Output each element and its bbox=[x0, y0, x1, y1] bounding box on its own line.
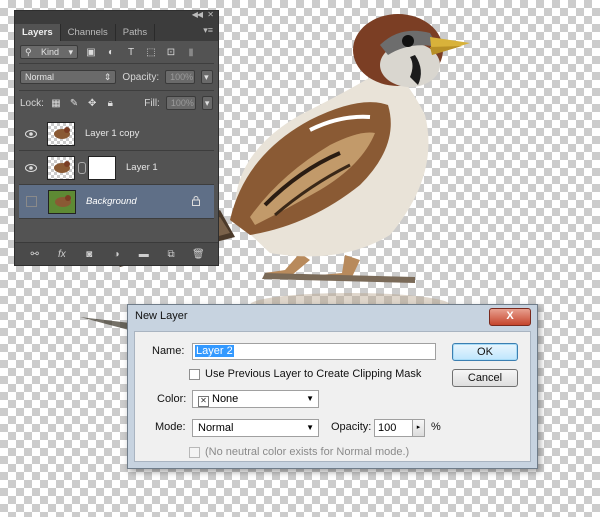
layer-name: Layer 1 copy bbox=[85, 128, 140, 139]
fill-field[interactable]: 100% bbox=[165, 96, 196, 110]
new-layer-icon[interactable]: ⧉ bbox=[164, 249, 178, 260]
link-layers-icon[interactable]: ⚯ bbox=[28, 249, 42, 260]
neutral-color-label: (No neutral color exists for Normal mode… bbox=[205, 446, 410, 458]
filter-kind-label: Kind bbox=[41, 47, 60, 57]
mode-value: Normal bbox=[198, 422, 234, 434]
chevron-icon: ⇕ bbox=[103, 72, 112, 82]
dialog-title: New Layer bbox=[135, 310, 188, 322]
name-label: Name: bbox=[152, 345, 185, 357]
tab-paths[interactable]: Paths bbox=[116, 24, 156, 41]
mode-label: Mode: bbox=[155, 421, 186, 433]
add-mask-icon[interactable]: ◙ bbox=[82, 249, 96, 260]
color-value: None bbox=[212, 393, 239, 405]
chevron-down-icon: ▾ bbox=[68, 47, 73, 57]
tab-channels[interactable]: Channels bbox=[61, 24, 116, 41]
color-label: Color: bbox=[157, 393, 187, 405]
fx-icon[interactable]: fx bbox=[55, 249, 69, 260]
panel-title-bar[interactable]: ◀◀ ✕ bbox=[15, 10, 218, 21]
layers-list: Layer 1 copy Layer 1 Background bbox=[19, 117, 214, 219]
visibility-toggle[interactable] bbox=[26, 196, 37, 207]
cancel-button[interactable]: Cancel bbox=[452, 369, 518, 387]
lock-position-icon[interactable]: ✥ bbox=[86, 96, 98, 110]
mode-select[interactable]: Normal ▼ bbox=[192, 419, 319, 437]
adjustment-filter-icon[interactable]: ◐ bbox=[104, 45, 118, 59]
no-color-icon: ✕ bbox=[198, 396, 209, 407]
opacity-arrow-icon[interactable]: ▾ bbox=[201, 70, 213, 84]
layer-mask-thumbnail[interactable] bbox=[88, 155, 116, 180]
chevron-down-icon: ▼ bbox=[306, 394, 314, 403]
chain-icon[interactable] bbox=[78, 161, 86, 174]
neutral-color-checkbox bbox=[189, 447, 200, 458]
layer-row[interactable]: Layer 1 copy bbox=[19, 117, 214, 151]
close-icon[interactable]: ✕ bbox=[207, 10, 214, 19]
adjustment-layer-icon[interactable]: ◑ bbox=[109, 249, 123, 260]
layer-thumbnail bbox=[48, 189, 76, 214]
blend-mode-dropdown[interactable]: Normal ⇕ bbox=[20, 70, 117, 84]
lock-transparent-icon[interactable]: ▦ bbox=[50, 96, 62, 110]
close-button[interactable]: X bbox=[489, 308, 531, 326]
collapse-icon[interactable]: ◀◀ bbox=[192, 10, 203, 19]
filter-kind-dropdown[interactable]: ⚲ Kind ▾ bbox=[20, 45, 78, 59]
lock-image-icon[interactable]: ✎ bbox=[68, 96, 80, 110]
layer-row[interactable]: Layer 1 bbox=[19, 151, 214, 185]
eye-icon[interactable] bbox=[23, 126, 39, 142]
layer-thumbnail bbox=[47, 121, 75, 146]
new-layer-dialog: New Layer X Name: Layer 2 OK Cancel Use … bbox=[127, 304, 538, 469]
shape-filter-icon[interactable]: ⬚ bbox=[144, 45, 158, 59]
opacity-field[interactable]: 100% bbox=[165, 70, 196, 84]
lock-all-icon[interactable]: 🔒︎ bbox=[104, 96, 116, 110]
chevron-down-icon: ▼ bbox=[306, 423, 314, 432]
dialog-body: Name: Layer 2 OK Cancel Use Previous Lay… bbox=[134, 331, 531, 462]
eye-icon[interactable] bbox=[23, 160, 39, 176]
clipping-mask-label: Use Previous Layer to Create Clipping Ma… bbox=[205, 368, 422, 380]
opacity-label: Opacity: bbox=[122, 71, 160, 83]
dialog-title-bar[interactable]: New Layer X bbox=[128, 305, 537, 327]
layer-name: Layer 1 bbox=[126, 162, 158, 173]
filter-row: ⚲ Kind ▾ ▣ ◐ T ⬚ ⊡ ▮ bbox=[15, 41, 218, 63]
percent-label: % bbox=[431, 421, 441, 433]
search-icon: ⚲ bbox=[25, 47, 32, 57]
image-filter-icon[interactable]: ▣ bbox=[84, 45, 98, 59]
opacity-field[interactable]: 100 bbox=[374, 419, 413, 437]
opacity-arrow-icon[interactable]: ▸ bbox=[413, 419, 425, 437]
name-field[interactable]: Layer 2 bbox=[192, 343, 436, 360]
filter-toggle-icon[interactable]: ▮ bbox=[184, 45, 198, 59]
layer-name: Background bbox=[86, 196, 137, 207]
layers-panel: ◀◀ ✕ Layers Channels Paths ▾≡ ⚲ Kind ▾ ▣… bbox=[14, 10, 219, 266]
clipping-mask-checkbox[interactable] bbox=[189, 369, 200, 380]
lock-icon[interactable] bbox=[192, 196, 200, 209]
fill-label: Fill: bbox=[144, 97, 160, 109]
trash-icon[interactable]: 🗑︎ bbox=[191, 249, 205, 260]
panel-menu-icon[interactable]: ▾≡ bbox=[203, 25, 213, 36]
type-filter-icon[interactable]: T bbox=[124, 45, 138, 59]
name-value: Layer 2 bbox=[195, 345, 234, 357]
opacity-label: Opacity: bbox=[331, 421, 372, 433]
layer-thumbnail bbox=[47, 155, 75, 180]
fill-arrow-icon[interactable]: ▾ bbox=[201, 96, 214, 110]
new-group-icon[interactable]: ▬ bbox=[137, 249, 151, 260]
panel-tabs: Layers Channels Paths ▾≡ bbox=[15, 21, 218, 41]
tab-layers[interactable]: Layers bbox=[15, 24, 61, 41]
blend-row: Normal ⇕ Opacity: 100% ▾ bbox=[15, 64, 218, 90]
lock-row: Lock: ▦ ✎ ✥ 🔒︎ Fill: 100% ▾ bbox=[15, 91, 218, 115]
layer-row[interactable]: Background bbox=[19, 185, 214, 219]
blend-mode-value: Normal bbox=[25, 72, 55, 82]
panel-footer: ⚯ fx ◙ ◑ ▬ ⧉ 🗑︎ bbox=[15, 242, 218, 265]
ok-button[interactable]: OK bbox=[452, 343, 518, 361]
smart-object-filter-icon[interactable]: ⊡ bbox=[164, 45, 178, 59]
lock-label: Lock: bbox=[20, 97, 44, 109]
color-select[interactable]: ✕ None ▼ bbox=[192, 390, 319, 408]
